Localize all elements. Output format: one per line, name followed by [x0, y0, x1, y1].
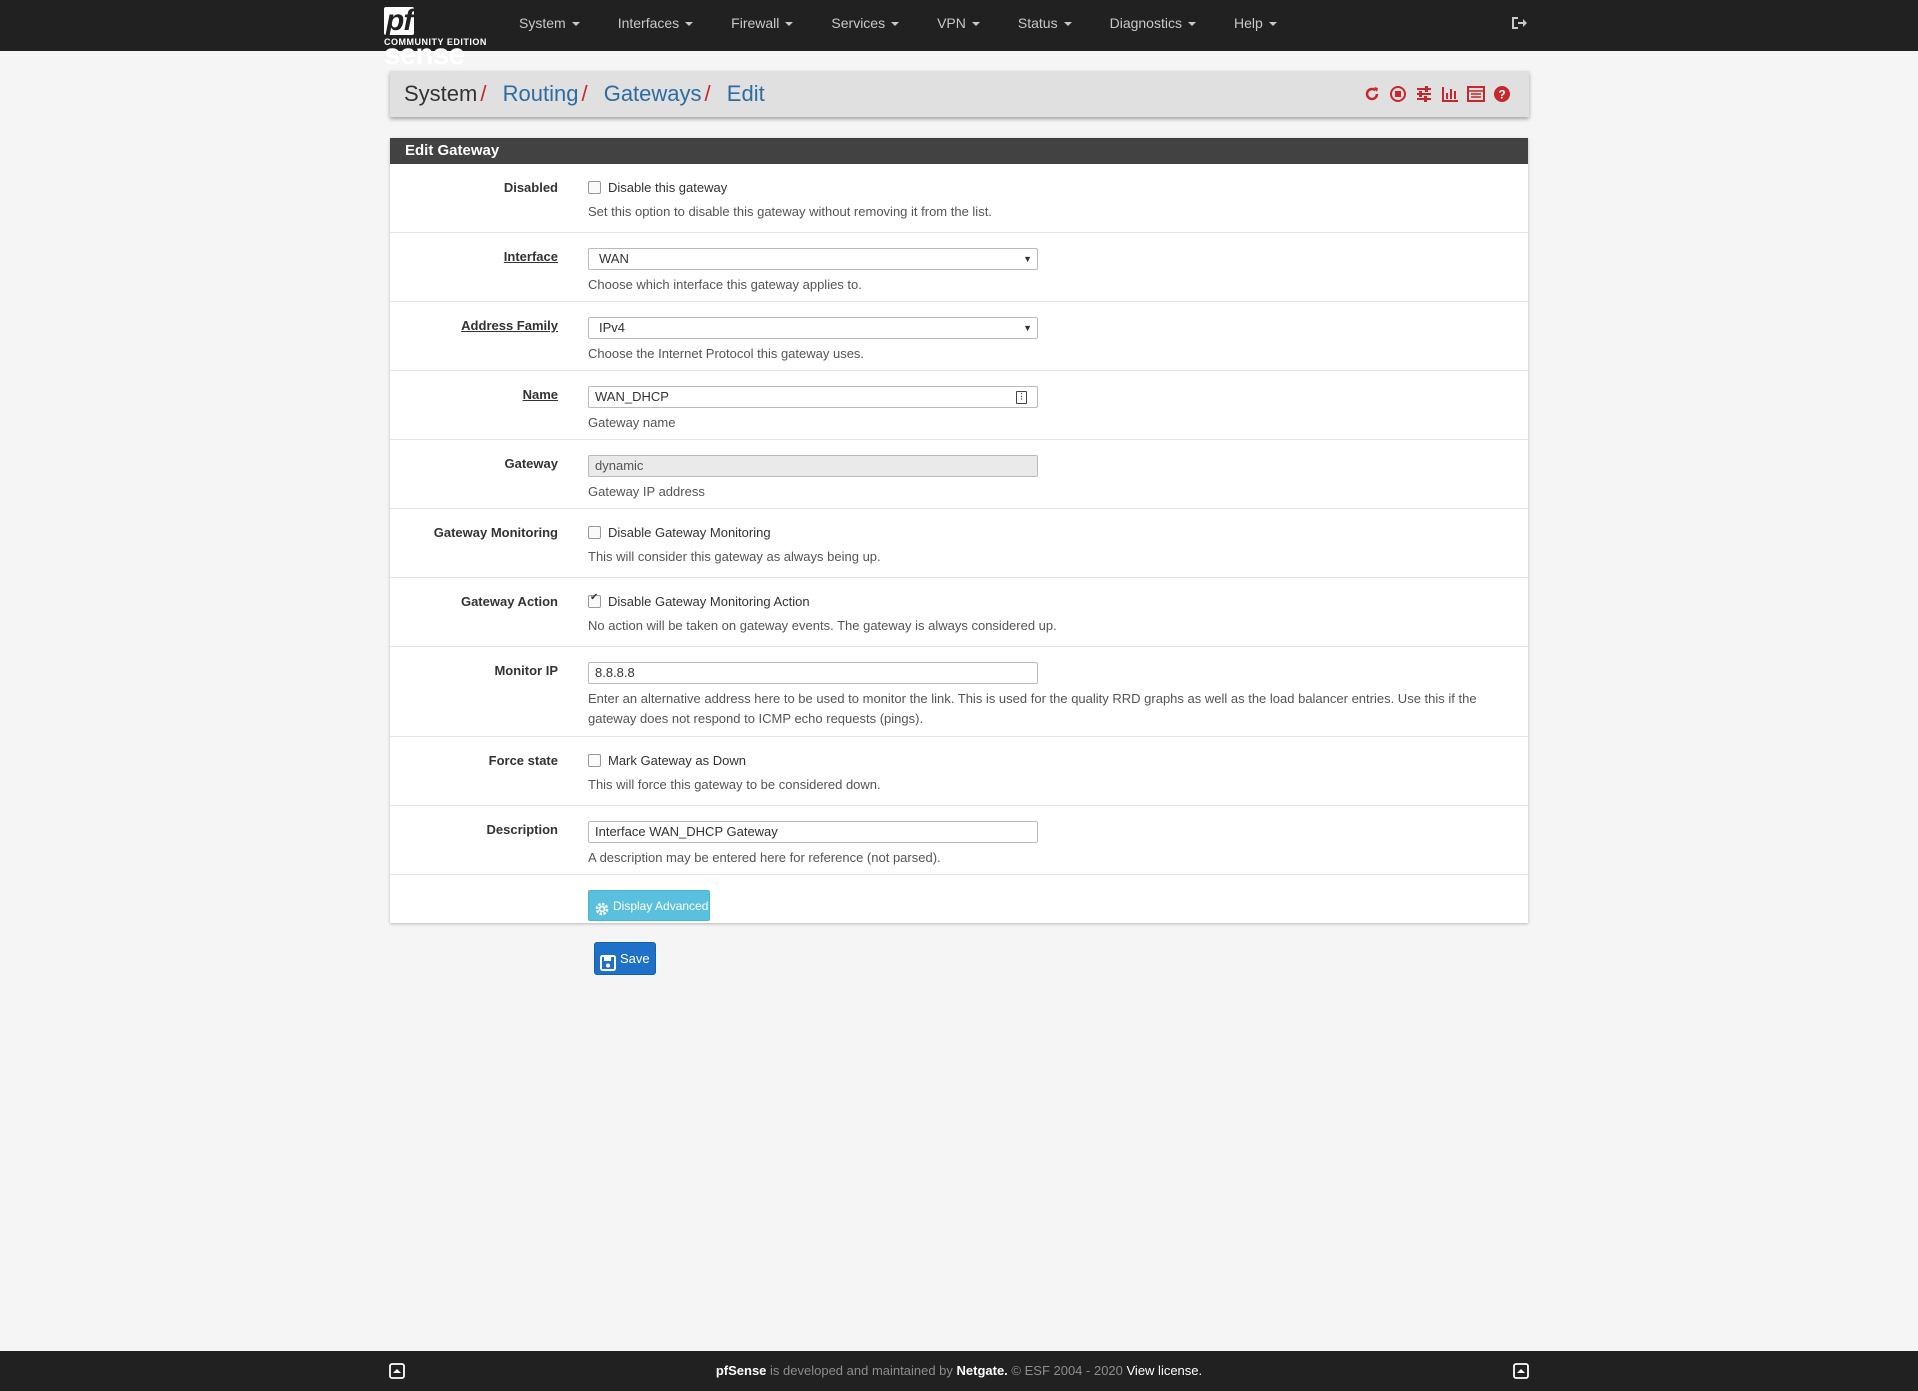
disabled-checkbox-wrap[interactable]: Disable this gateway	[588, 179, 727, 195]
monitoring-checkbox[interactable]	[588, 525, 601, 539]
menu-help[interactable]: Help	[1215, 0, 1296, 46]
force-state-checkbox-label[interactable]: Mark Gateway as Down	[608, 753, 746, 768]
monitor-ip-help: Enter an alternative address here to be …	[588, 691, 1477, 726]
caret-down-icon	[571, 22, 580, 27]
force-state-checkbox[interactable]	[588, 753, 601, 767]
menu-status[interactable]: Status	[999, 0, 1091, 46]
breadcrumb-routing[interactable]: Routing	[503, 81, 579, 106]
address-family-help: Choose the Internet Protocol this gatewa…	[588, 346, 865, 361]
restart-service-icon[interactable]	[1363, 85, 1381, 103]
force-state-help: This will force this gateway to be consi…	[588, 777, 881, 792]
label-force-state: Force state	[488, 753, 558, 768]
breadcrumb-bar: System / Routing / Gateways / Edit ?	[390, 71, 1529, 117]
menu-diagnostics[interactable]: Diagnostics	[1091, 0, 1215, 46]
action-checkbox-label[interactable]: Disable Gateway Monitoring Action	[608, 594, 810, 609]
view-license-link[interactable]: View license.	[1127, 1363, 1203, 1378]
help-icon[interactable]: ?	[1493, 85, 1511, 103]
label-disabled: Disabled	[503, 180, 558, 195]
main-menu: System Interfaces Firewall Services VPN …	[500, 0, 1296, 51]
logo-edition: COMMUNITY EDITION	[384, 37, 487, 47]
description-input[interactable]: Interface WAN_DHCP Gateway	[588, 821, 1038, 843]
monitor-ip-input[interactable]: 8.8.8.8	[588, 662, 1038, 684]
panel-title: Edit Gateway	[390, 138, 1528, 164]
save-disk-icon	[600, 951, 616, 971]
label-gateway: Gateway	[504, 456, 558, 471]
label-gateway-monitoring: Gateway Monitoring	[433, 525, 558, 540]
menu-interfaces[interactable]: Interfaces	[599, 0, 712, 46]
logout-icon[interactable]	[1510, 14, 1528, 32]
row-gateway-action: Gateway Action Disable Gateway Monitorin…	[390, 578, 1528, 647]
label-name: Name	[522, 387, 558, 402]
breadcrumb-edit[interactable]: Edit	[727, 81, 765, 106]
caret-down-icon	[1063, 22, 1072, 27]
caret-down-icon	[891, 22, 900, 27]
menu-vpn[interactable]: VPN	[918, 0, 999, 46]
description-help: A description may be entered here for re…	[588, 850, 941, 865]
dropdown-arrow-icon: ▼	[1023, 323, 1032, 333]
row-disabled: Disabled Disable this gateway Set this o…	[390, 164, 1528, 233]
label-address-family: Address Family	[461, 318, 558, 333]
force-state-checkbox-wrap[interactable]: Mark Gateway as Down	[588, 752, 746, 768]
caret-down-icon	[1187, 22, 1196, 27]
gear-icon	[594, 898, 610, 916]
row-description: Description Interface WAN_DHCP Gateway A…	[390, 806, 1528, 875]
disabled-checkbox-label[interactable]: Disable this gateway	[608, 180, 727, 195]
menu-firewall[interactable]: Firewall	[712, 0, 812, 46]
caret-down-icon	[785, 22, 794, 27]
menu-system[interactable]: System	[500, 0, 599, 46]
row-gateway-monitoring: Gateway Monitoring Disable Gateway Monit…	[390, 509, 1528, 578]
label-monitor-ip: Monitor IP	[494, 663, 558, 678]
pfsense-logo[interactable]: pfsense COMMUNITY EDITION	[384, 4, 492, 71]
display-advanced-button[interactable]: Display Advanced	[588, 890, 710, 921]
svg-text:?: ?	[1498, 88, 1505, 102]
footer: pfSense is developed and maintained by N…	[0, 1351, 1918, 1391]
label-interface: Interface	[503, 249, 558, 264]
name-help: Gateway name	[588, 415, 676, 430]
footer-text: pfSense is developed and maintained by N…	[715, 1363, 1203, 1378]
monitoring-help: This will consider this gateway as alway…	[588, 549, 881, 564]
row-monitor-ip: Monitor IP 8.8.8.8 Enter an alternative …	[390, 647, 1528, 737]
gateway-help: Gateway IP address	[588, 484, 705, 499]
password-manager-icon[interactable]: ⋮	[1016, 391, 1027, 404]
action-checkbox[interactable]	[588, 592, 601, 608]
disabled-help: Set this option to disable this gateway …	[588, 204, 992, 219]
row-interface: Interface WAN ▼ Choose which interface th…	[390, 233, 1528, 302]
row-name: Name WAN_DHCP ⋮ Gateway name	[390, 371, 1528, 440]
footer-company[interactable]: Netgate.	[957, 1363, 1008, 1378]
scroll-top-icon[interactable]	[1513, 1363, 1529, 1379]
disabled-checkbox[interactable]	[588, 180, 601, 194]
caret-down-icon	[1268, 22, 1277, 27]
breadcrumb: System / Routing / Gateways / Edit	[404, 81, 765, 106]
row-gateway: Gateway dynamic Gateway IP address	[390, 440, 1528, 509]
monitoring-checkbox-wrap[interactable]: Disable Gateway Monitoring	[588, 524, 771, 540]
shortcut-icons: ?	[1363, 84, 1511, 104]
name-input[interactable]: WAN_DHCP ⋮	[588, 386, 1038, 408]
row-address-family: Address Family IPv4 ▼ Choose the Internet…	[390, 302, 1528, 371]
interface-help: Choose which interface this gateway appl…	[588, 277, 862, 292]
row-advanced: Display Advanced	[390, 875, 1528, 927]
breadcrumb-system: System	[404, 81, 478, 106]
stop-service-icon[interactable]	[1389, 85, 1407, 103]
log-table-icon[interactable]	[1467, 85, 1485, 103]
interface-select[interactable]: WAN ▼	[588, 248, 1038, 270]
caret-down-icon	[971, 22, 980, 27]
settings-sliders-icon[interactable]	[1415, 85, 1433, 103]
breadcrumb-gateways[interactable]: Gateways	[604, 81, 702, 106]
gateway-input: dynamic	[588, 455, 1038, 477]
label-description: Description	[486, 822, 558, 837]
label-gateway-action: Gateway Action	[460, 594, 558, 609]
address-family-select[interactable]: IPv4 ▼	[588, 317, 1038, 339]
footer-product[interactable]: pfSense	[716, 1363, 767, 1378]
dropdown-arrow-icon: ▼	[1023, 254, 1032, 264]
edit-gateway-panel: Edit Gateway Disabled Disable this gatew…	[390, 138, 1528, 923]
save-button[interactable]: Save	[594, 942, 656, 975]
monitoring-checkbox-label[interactable]: Disable Gateway Monitoring	[608, 525, 771, 540]
caret-down-icon	[685, 22, 694, 27]
top-navbar: pfsense COMMUNITY EDITION System Interfa…	[0, 0, 1918, 71]
menu-services[interactable]: Services	[812, 0, 918, 46]
status-chart-icon[interactable]	[1441, 85, 1459, 103]
action-checkbox-wrap[interactable]: Disable Gateway Monitoring Action	[588, 592, 810, 609]
action-help: No action will be taken on gateway event…	[588, 618, 1057, 633]
row-force-state: Force state Mark Gateway as Down This wi…	[390, 737, 1528, 806]
